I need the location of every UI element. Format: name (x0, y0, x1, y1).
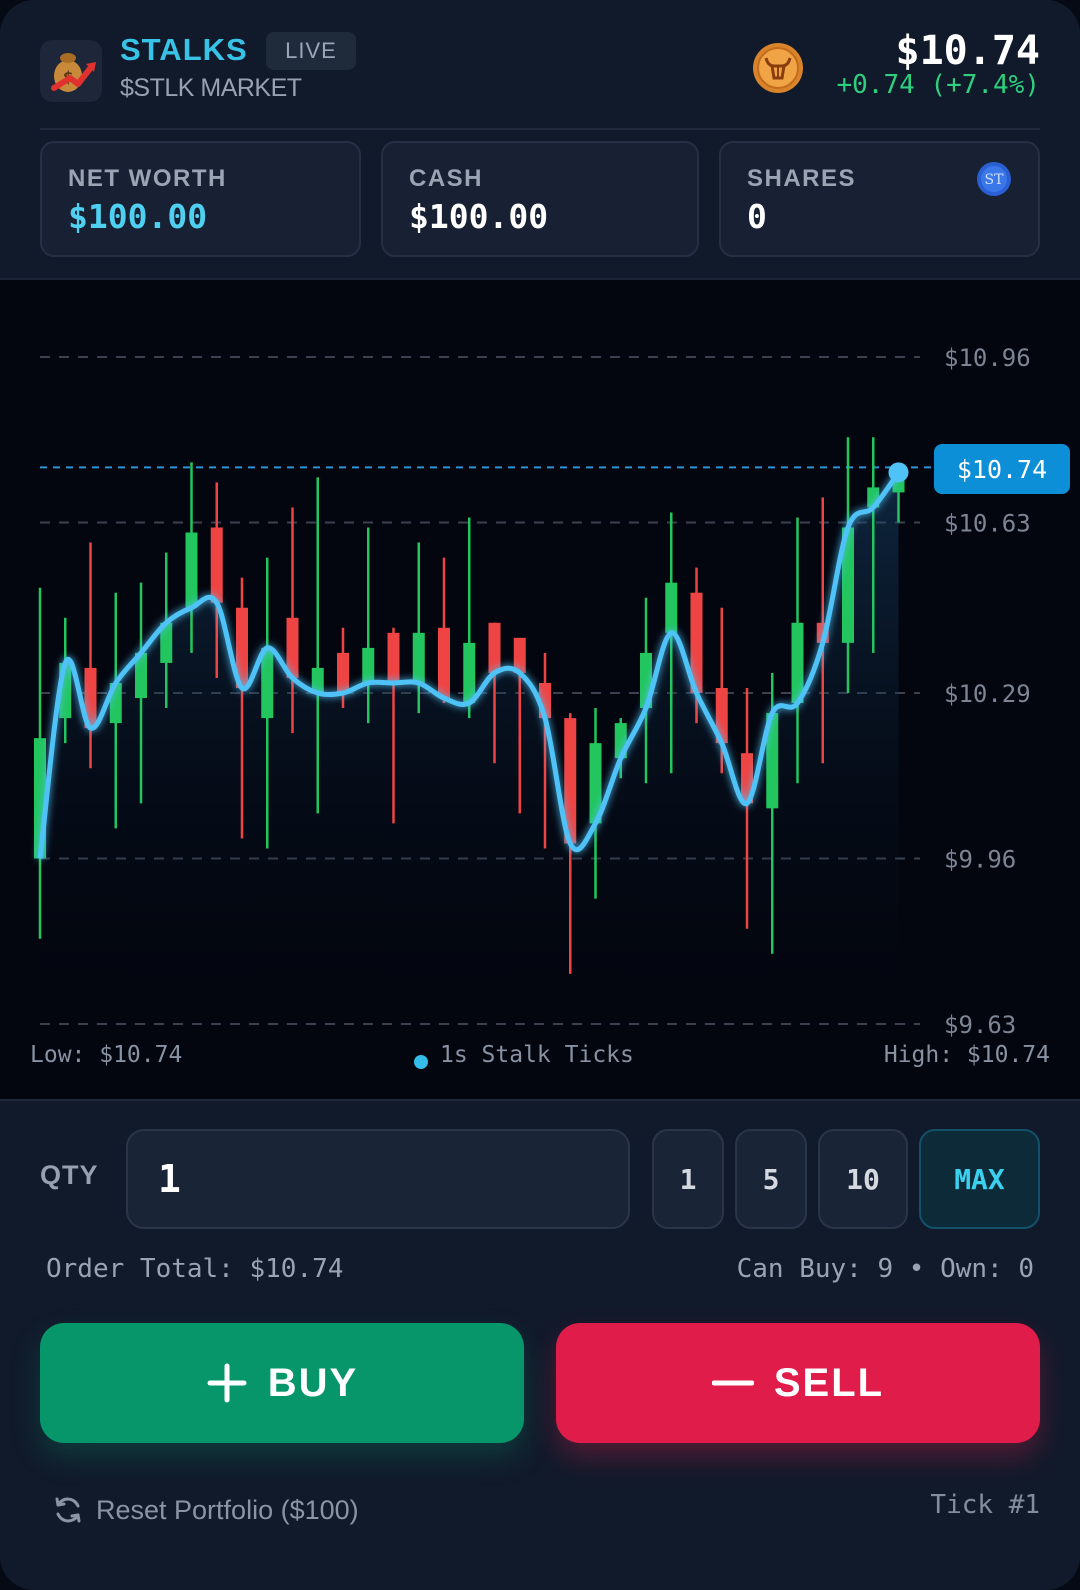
plus-icon (207, 1363, 247, 1403)
qty-max-button[interactable]: MAX (919, 1129, 1040, 1229)
tick-counter: Tick #1 (930, 1490, 1040, 1520)
sell-button-label: SELL (773, 1360, 885, 1405)
price-tick-label: $9.96 (944, 846, 1016, 874)
candle-body (337, 652, 349, 694)
qty-preset-10-button[interactable]: 10 (818, 1129, 908, 1229)
chart-high-label: High: $10.74 (883, 1042, 1050, 1068)
candle-body (387, 632, 400, 683)
candle-body (791, 622, 804, 704)
candle-body (463, 642, 476, 704)
reset-portfolio-label: Reset Portfolio ($100) (96, 1494, 359, 1525)
candle-body (362, 647, 375, 683)
current-price-tag-label: $10.74 (957, 455, 1047, 484)
price-tick-label: $9.63 (944, 1011, 1016, 1039)
price-tick-label: $10.63 (944, 509, 1031, 537)
price-tick-label: $10.29 (944, 680, 1031, 708)
chart-low-label: Low: $10.74 (30, 1042, 183, 1068)
minus-icon (711, 1380, 754, 1386)
can-buy-info: Can Buy: 9 • Own: 0 (736, 1254, 1034, 1284)
candle-body (488, 622, 501, 673)
buy-button-label: BUY (267, 1360, 359, 1405)
sell-button[interactable]: SELL (556, 1323, 1040, 1443)
candle-body (412, 632, 425, 683)
candle-body (185, 532, 198, 608)
qty-preset-1-button[interactable]: 1 (652, 1129, 724, 1229)
candle-body (261, 647, 274, 719)
refresh-icon (55, 1497, 81, 1523)
price-tick-label: $10.96 (944, 344, 1031, 372)
buy-button[interactable]: BUY (40, 1323, 524, 1443)
current-price-marker (888, 462, 909, 483)
qty-label: QTY (40, 1160, 99, 1190)
chart-bottom-border (0, 1099, 1080, 1101)
qty-input[interactable] (126, 1129, 630, 1229)
candle-body (665, 582, 678, 633)
live-tick-dot (414, 1055, 428, 1069)
qty-preset-5-button[interactable]: 5 (735, 1129, 807, 1229)
chart-legend-label: 1s Stalk Ticks (440, 1042, 634, 1068)
app-root: $ STALKS LIVE $STLK MARKET $10.74 +0.74 … (0, 0, 1080, 1590)
order-total: Order Total: $10.74 (46, 1254, 344, 1284)
reset-portfolio-link[interactable]: Reset Portfolio ($100) (52, 1490, 359, 1530)
candle-body (210, 527, 223, 603)
candle-body (438, 627, 450, 699)
